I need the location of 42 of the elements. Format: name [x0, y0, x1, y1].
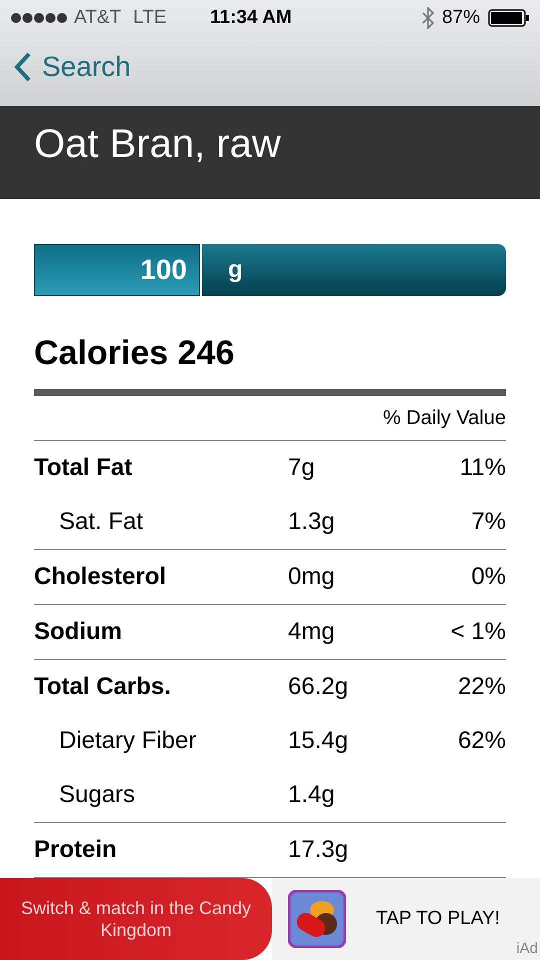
- calories-text: Calories 246: [34, 336, 236, 370]
- nutrient-amount: 17.3g: [288, 834, 350, 865]
- nutrient-name: Total Fat: [34, 452, 134, 483]
- nutrient-name: Dietary Fiber: [58, 726, 198, 756]
- nutrient-name: Sodium: [34, 616, 123, 647]
- daily-percent: 7%: [471, 506, 506, 537]
- nutrient-name: Total Carbs.: [34, 672, 172, 702]
- nutrient-amount: 7g: [288, 452, 316, 483]
- daily-percent: < 1%: [450, 616, 506, 647]
- daily-percent: 0%: [471, 562, 506, 592]
- nutrient-amount: 15.4g: [288, 726, 350, 756]
- nutrient-name: Sugars: [58, 780, 136, 810]
- clock-text: 11:34 AM: [210, 6, 292, 30]
- ad-cta-text: TAP TO PLAY!: [376, 906, 500, 930]
- unit-selector[interactable]: g: [202, 244, 506, 296]
- nutrient-name: Cholesterol: [34, 562, 168, 592]
- battery-icon: [488, 9, 530, 27]
- network-text: LTE: [133, 6, 167, 30]
- daily-percent: 22%: [458, 672, 506, 702]
- back-chevron-icon: [14, 52, 32, 82]
- nutrient-name: Sat. Fat: [58, 506, 144, 537]
- battery-percent: 87%: [442, 6, 480, 30]
- daily-percent: 11%: [460, 452, 506, 483]
- candy-app-icon: [288, 890, 346, 948]
- ad-banner-left[interactable]: Switch & match in the Candy Kingdom: [0, 878, 272, 960]
- ad-text: Switch & match in the Candy Kingdom: [20, 896, 252, 941]
- nutrient-amount: 4mg: [288, 616, 336, 647]
- nutrient-amount: 1.4g: [288, 780, 336, 810]
- signal-icon: [10, 12, 68, 24]
- nutrient-amount: 0mg: [288, 562, 336, 592]
- carrier-text: AT&T: [74, 6, 122, 30]
- daily-percent: 62%: [458, 726, 506, 756]
- food-title: Oat Bran, raw: [34, 121, 282, 168]
- nutrient-amount: 1.3g: [288, 506, 336, 537]
- nutrient-name: Protein: [34, 834, 118, 865]
- nutrient-amount: 66.2g: [288, 672, 350, 702]
- bluetooth-icon: [422, 7, 434, 29]
- ad-banner-right[interactable]: TAP TO PLAY! iAd: [272, 878, 540, 960]
- back-button[interactable]: Search: [14, 46, 131, 88]
- daily-value-header: % Daily Value: [382, 406, 506, 431]
- amount-field[interactable]: 100: [34, 244, 200, 296]
- iad-label: iAd: [516, 938, 538, 958]
